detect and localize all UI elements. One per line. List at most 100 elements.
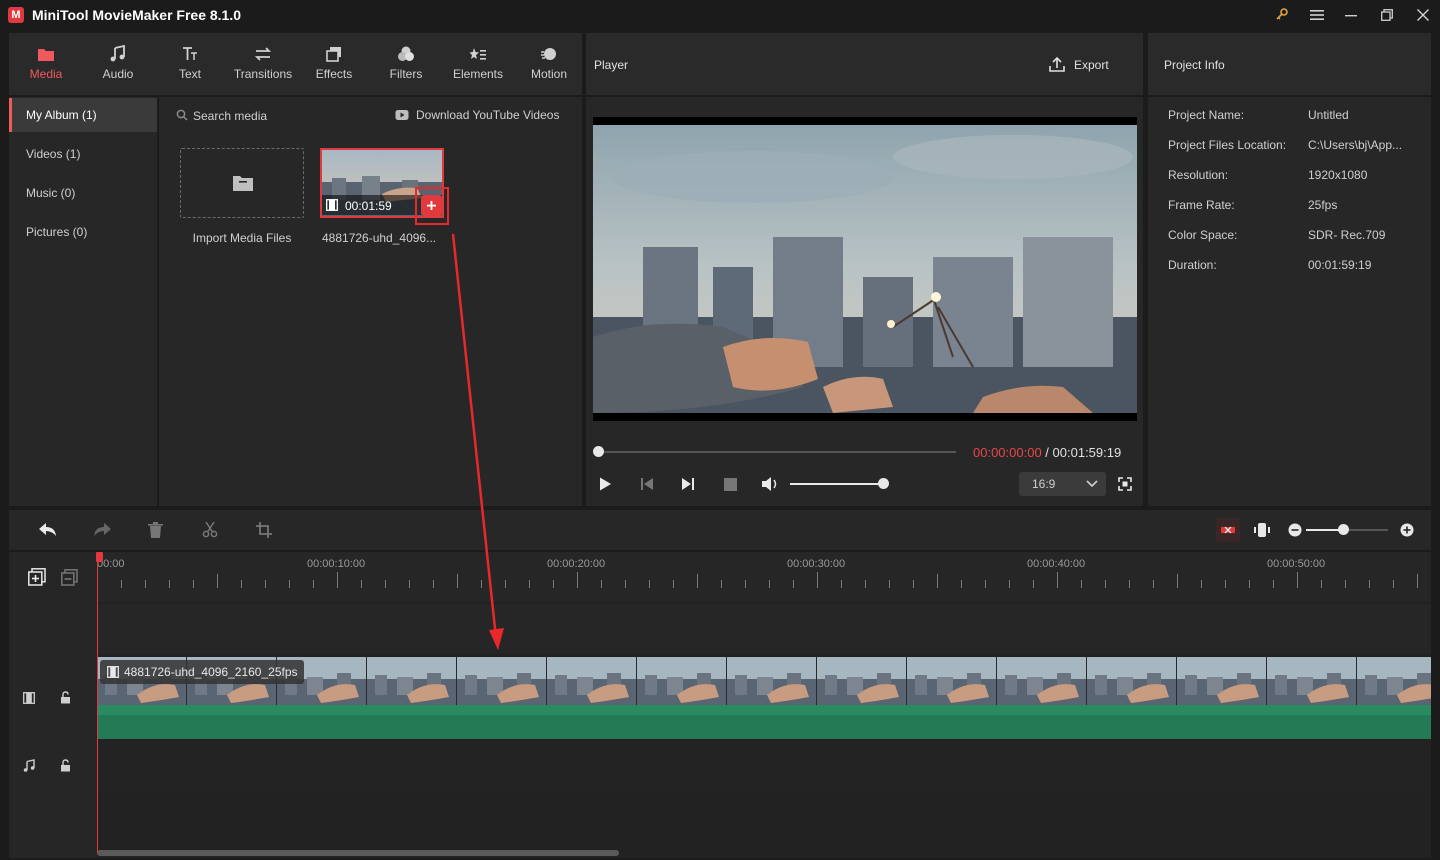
project-location-value: C:\Users\bj\App... bbox=[1308, 138, 1403, 152]
filmstrip-frame bbox=[727, 657, 817, 705]
menu-icon[interactable] bbox=[1303, 4, 1331, 28]
elements-icon bbox=[469, 48, 486, 60]
minimize-button[interactable] bbox=[1337, 4, 1365, 28]
sidebar-item-my-album[interactable]: My Album (1) bbox=[9, 98, 157, 132]
clip-duration: 00:01:59 bbox=[345, 199, 392, 213]
tab-filters[interactable]: Filters bbox=[369, 33, 443, 97]
skip-forward-icon bbox=[682, 478, 694, 490]
add-to-timeline-button[interactable] bbox=[421, 195, 442, 216]
duration-label: Duration: bbox=[1168, 258, 1217, 272]
timeline-scrollbar[interactable] bbox=[97, 850, 619, 856]
project-name-label: Project Name: bbox=[1168, 108, 1245, 122]
close-button[interactable] bbox=[1409, 4, 1437, 28]
export-label: Export bbox=[1074, 58, 1109, 72]
tab-audio[interactable]: Audio bbox=[83, 33, 153, 97]
tab-text[interactable]: Text bbox=[153, 33, 227, 97]
zoom-handle[interactable] bbox=[1338, 524, 1349, 535]
stop-button[interactable] bbox=[724, 478, 737, 494]
sidebar-item-music[interactable]: Music (0) bbox=[9, 176, 157, 210]
volume-button[interactable] bbox=[761, 476, 780, 495]
tab-effects[interactable]: Effects bbox=[299, 33, 369, 97]
tab-media[interactable]: Media bbox=[9, 33, 83, 97]
tab-elements[interactable]: Elements bbox=[443, 33, 513, 97]
sidebar-item-pictures[interactable]: Pictures (0) bbox=[9, 215, 157, 249]
progress-handle[interactable] bbox=[593, 446, 604, 457]
tab-label: Audio bbox=[102, 67, 134, 81]
clip-label-text: 4881726-uhd_4096_2160_25fps bbox=[124, 665, 298, 679]
time-separator: / bbox=[1041, 445, 1053, 460]
aspect-ratio-value: 16:9 bbox=[1032, 477, 1056, 491]
time-ruler[interactable] bbox=[97, 552, 1431, 602]
tab-label: Transitions bbox=[233, 67, 293, 81]
transitions-icon bbox=[254, 47, 272, 61]
volume-handle[interactable] bbox=[878, 478, 889, 489]
tab-motion[interactable]: Motion bbox=[513, 33, 585, 97]
search-input[interactable]: Search media bbox=[193, 109, 267, 123]
filters-icon bbox=[398, 46, 414, 61]
lock-audio-track-button[interactable] bbox=[60, 759, 71, 775]
previous-frame-button[interactable] bbox=[639, 477, 655, 494]
maximize-button[interactable] bbox=[1373, 4, 1401, 28]
app-logo: M bbox=[8, 7, 24, 23]
zoom-out-button[interactable] bbox=[1288, 523, 1302, 540]
trash-icon bbox=[148, 522, 163, 538]
export-button[interactable]: Export bbox=[1048, 56, 1120, 74]
annotation-arrow bbox=[451, 233, 504, 650]
unlock-icon bbox=[61, 759, 70, 772]
crop-button[interactable] bbox=[256, 522, 272, 541]
import-media-tile[interactable] bbox=[180, 148, 304, 218]
next-frame-button[interactable] bbox=[680, 477, 696, 494]
video-preview bbox=[593, 117, 1137, 421]
color-space-value: SDR- Rec.709 bbox=[1308, 228, 1386, 242]
play-button[interactable] bbox=[597, 476, 613, 495]
fit-icon bbox=[1221, 526, 1235, 534]
key-icon[interactable] bbox=[1268, 4, 1296, 28]
text-icon bbox=[183, 47, 197, 60]
sidebar-item-videos[interactable]: Videos (1) bbox=[9, 137, 157, 171]
speaker-icon bbox=[762, 477, 777, 491]
fullscreen-button[interactable] bbox=[1118, 477, 1132, 494]
playhead[interactable] bbox=[97, 553, 98, 853]
project-location-label: Project Files Location: bbox=[1168, 138, 1287, 152]
music-note-icon bbox=[110, 45, 125, 62]
color-space-label: Color Space: bbox=[1168, 228, 1238, 242]
add-track-button[interactable] bbox=[28, 568, 46, 589]
lock-video-track-button[interactable] bbox=[60, 691, 71, 707]
video-track-icon bbox=[23, 692, 35, 707]
snap-button[interactable] bbox=[1254, 522, 1270, 541]
progress-track[interactable] bbox=[598, 451, 956, 453]
undo-icon bbox=[39, 523, 56, 536]
empty-track[interactable] bbox=[97, 604, 1431, 654]
audio-track[interactable] bbox=[97, 741, 1431, 791]
split-button[interactable] bbox=[202, 521, 218, 541]
stop-icon bbox=[724, 478, 737, 491]
filmstrip-frame bbox=[1267, 657, 1357, 705]
redo-icon bbox=[94, 523, 111, 536]
import-media-label: Import Media Files bbox=[192, 231, 292, 245]
playhead-handle[interactable] bbox=[96, 552, 103, 562]
tab-transitions[interactable]: Transitions bbox=[227, 33, 299, 97]
undo-button[interactable] bbox=[38, 522, 58, 541]
volume-slider[interactable] bbox=[790, 483, 884, 485]
chevron-down-icon bbox=[1086, 480, 1098, 488]
app-title: MiniTool MovieMaker Free 8.1.0 bbox=[32, 7, 242, 23]
redo-button[interactable] bbox=[92, 522, 112, 541]
remove-track-button[interactable] bbox=[61, 569, 78, 589]
plus-icon bbox=[427, 201, 436, 210]
zoom-in-button[interactable] bbox=[1400, 523, 1414, 540]
tab-label: Media bbox=[29, 67, 63, 81]
audio-track-icon bbox=[23, 759, 36, 775]
aspect-ratio-select[interactable]: 16:9 bbox=[1019, 472, 1106, 496]
youtube-icon bbox=[395, 109, 409, 124]
project-name-value: Untitled bbox=[1308, 108, 1349, 122]
tab-label: Elements bbox=[452, 67, 504, 81]
auto-fit-button[interactable] bbox=[1216, 518, 1240, 542]
player-title: Player bbox=[594, 58, 629, 72]
delete-button[interactable] bbox=[148, 522, 163, 541]
download-youtube-link[interactable]: Download YouTube Videos bbox=[416, 108, 559, 122]
filmstrip-frame bbox=[997, 657, 1087, 705]
ruler-label: 00:00:40:00 bbox=[1027, 558, 1086, 570]
search-icon bbox=[176, 109, 188, 124]
remove-track-icon bbox=[61, 569, 78, 586]
motion-icon bbox=[541, 48, 556, 60]
